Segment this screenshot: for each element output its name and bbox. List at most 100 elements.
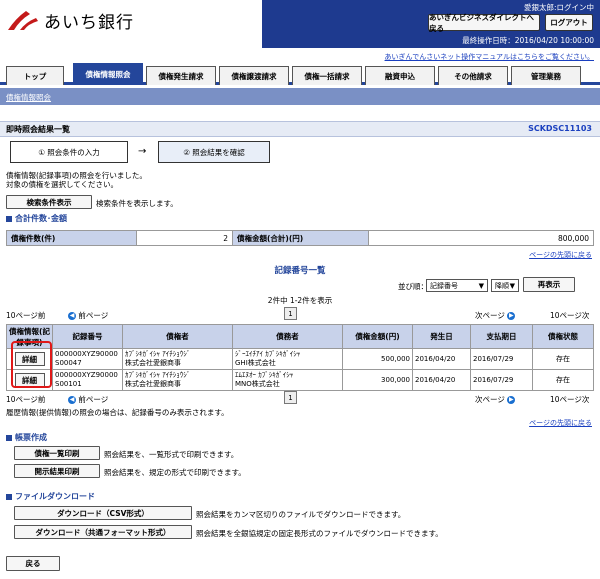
col-amount: 債権金額(円) (342, 324, 413, 349)
debtor-kana: ｴﾑｴﾇｵｰ ｶﾌﾞｼｷｶﾞｲｼｬ (235, 371, 294, 379)
tab-claim-inquiry[interactable]: 債権情報照会 (73, 63, 143, 85)
subnav-claim-inquiry-link[interactable]: 債権情報照会 (6, 92, 51, 103)
logout-button[interactable]: ログアウト (545, 14, 593, 31)
prev-page-link[interactable]: ◀ 前ページ (68, 310, 108, 321)
page-number-bottom[interactable]: 1 (284, 391, 297, 404)
due-date-cell: 2016/07/29 (470, 369, 533, 391)
col-due-date: 支払期日 (470, 324, 533, 349)
prev-10-pages-text-bottom: 10ページ前 (6, 395, 46, 404)
arrow-left-icon: ◀ (68, 312, 76, 320)
next-page-link-bottom[interactable]: 次ページ ▶ (475, 394, 516, 405)
col-status: 債権状態 (532, 324, 594, 349)
record-no-line2: S00047 (55, 359, 82, 367)
summary-table: 債権件数(件) 2 債権金額(合計)(円) 800,000 (6, 230, 594, 246)
debtor-kana: ｼﾞｰｴｲﾁｱｲ ｶﾌﾞｼｷｶﾞｲｼｬ (235, 350, 301, 358)
status-cell: 存在 (532, 369, 594, 391)
arrow-right-icon: ▶ (507, 312, 516, 320)
results-table: 債権情報(記録事項) 記録番号 債権者 債務者 債権金額(円) 発生日 支払期日… (6, 324, 594, 391)
step-input-conditions: ① 照会条件の入力 (10, 141, 128, 163)
tab-loan-application[interactable]: 融資申込 (365, 66, 435, 85)
bank-name: あいち銀行 (44, 13, 134, 33)
page-number[interactable]: 1 (284, 307, 297, 320)
status-cell: 存在 (532, 348, 594, 370)
show-search-conditions-button[interactable]: 検索条件表示 (6, 195, 92, 209)
screen-id: SCKDSC11103 (528, 124, 592, 133)
redisplay-button[interactable]: 再表示 (523, 277, 575, 292)
download-csv-text: 照会結果をカンマ区切りのファイルでダウンロードできます。 (196, 510, 406, 519)
page-top-link[interactable]: ページの先頭に戻る (529, 250, 592, 260)
arrow-right-icon: ▶ (507, 396, 516, 404)
search-conditions-text: 検索条件を表示します。 (96, 199, 178, 208)
sort-field-select[interactable]: 記録番号 ▼ (426, 279, 488, 292)
history-note: 履歴情報(提供情報)の照会の場合は、記録番号のみ表示されます。 (6, 408, 229, 417)
count-value: 2 (136, 230, 233, 246)
download-csv-button[interactable]: ダウンロード（CSV形式） (14, 506, 192, 520)
amount-cell: 300,000 (342, 369, 413, 391)
chevron-down-icon: ▼ (509, 281, 515, 290)
next-10-pages-text-bottom: 10ページ次 (550, 395, 590, 404)
prev-10-pages-text: 10ページ前 (6, 311, 46, 320)
download-common-format-button[interactable]: ダウンロード（共通フォーマット形式） (14, 525, 192, 539)
section-square-icon (6, 434, 12, 441)
issue-date-cell: 2016/04/20 (412, 369, 471, 391)
col-creditor: 債権者 (122, 324, 233, 349)
download-heading: ファイルダウンロード (6, 491, 95, 502)
count-label: 債権件数(件) (6, 230, 137, 246)
tab-admin[interactable]: 管理業務 (511, 66, 581, 85)
prev-page-link-bottom[interactable]: ◀ 前ページ (68, 394, 108, 405)
section-square-icon (6, 215, 12, 222)
page-top-link-bottom[interactable]: ページの先頭に戻る (529, 418, 592, 428)
creditor-name: 株式会社愛銀商事 (125, 359, 181, 367)
bank-logo-icon (8, 11, 38, 30)
title-bar (0, 121, 600, 137)
print-claim-list-button[interactable]: 債権一覧印刷 (14, 446, 100, 460)
record-no-line2: S00101 (55, 380, 82, 388)
creditor-kana: ｶﾌﾞｼｷｶﾞｲｼｬ ｱｲﾁｼｮｳｼﾞ (125, 350, 191, 358)
creditor-kana: ｶﾌﾞｼｷｶﾞｲｼｬ ｱｲﾁｼｮｳｼﾞ (125, 371, 191, 379)
back-button[interactable]: 戻る (6, 556, 60, 571)
tab-claim-bulk[interactable]: 債権一括請求 (292, 66, 362, 85)
step-arrow-icon: → (138, 146, 147, 157)
section-square-icon (6, 493, 12, 500)
chevron-down-icon: ▼ (478, 281, 484, 290)
debtor-name: MNO株式会社 (235, 380, 280, 388)
creditor-name: 株式会社愛銀商事 (125, 380, 181, 388)
table-row: 詳細 000000XYZ90000 S00047 ｶﾌﾞｼｷｶﾞｲｼｬ ｱｲﾁｼｮ… (6, 348, 594, 370)
page-title: 即時照会結果一覧 (6, 125, 70, 134)
detail-highlight-box (11, 341, 52, 388)
sort-order-select[interactable]: 降順 ▼ (491, 279, 519, 292)
col-debtor: 債務者 (232, 324, 343, 349)
reports-heading: 帳票作成 (6, 432, 47, 443)
step-confirm-results: ② 照会結果を確認 (158, 141, 270, 163)
download-common-format-text: 照会結果を全銀協規定の固定長形式のファイルでダウンロードできます。 (196, 529, 443, 538)
intro-line-2: 対象の債権を選択してください。 (6, 180, 119, 189)
amount-value: 800,000 (368, 230, 594, 246)
tab-claim-transfer[interactable]: 債権譲渡請求 (219, 66, 289, 85)
tab-claim-issue[interactable]: 債権発生請求 (146, 66, 216, 85)
record-no-line1: 000000XYZ90000 (55, 371, 118, 379)
tab-top[interactable]: トップ (6, 66, 64, 85)
manual-link[interactable]: あいぎんでんさいネット操作マニュアルはこちらをご覧ください。 (385, 52, 594, 62)
amount-cell: 500,000 (342, 348, 413, 370)
sub-navigation (0, 88, 600, 105)
print-disclosure-text: 照会結果を、規定の形式で印刷できます。 (104, 468, 246, 477)
col-issue-date: 発生日 (412, 324, 471, 349)
result-count: 2件中 1-2件を表示 (267, 296, 333, 305)
results-header-row: 債権情報(記録事項) 記録番号 債権者 債務者 債権金額(円) 発生日 支払期日… (6, 324, 594, 349)
next-10-pages-text: 10ページ次 (550, 311, 590, 320)
sort-label: 並び順： (398, 282, 428, 291)
arrow-left-icon: ◀ (68, 396, 76, 404)
print-claim-list-text: 照会結果を、一覧形式で印刷できます。 (104, 450, 239, 459)
back-to-business-direct-button[interactable]: あいぎんビジネスダイレクトへ戻る (428, 13, 540, 33)
record-list-title: 記録番号一覧 (274, 266, 326, 276)
last-operation-time: 最終操作日時：2016/04/20 10:00:00 (462, 36, 594, 45)
print-disclosure-button[interactable]: 開示結果印刷 (14, 464, 100, 478)
due-date-cell: 2016/07/29 (470, 348, 533, 370)
col-record-no: 記録番号 (52, 324, 123, 349)
tab-other-request[interactable]: その他請求 (438, 66, 508, 85)
next-page-link[interactable]: 次ページ ▶ (475, 310, 516, 321)
table-row: 詳細 000000XYZ90000 S00101 ｶﾌﾞｼｷｶﾞｲｼｬ ｱｲﾁｼｮ… (6, 369, 594, 391)
issue-date-cell: 2016/04/20 (412, 348, 471, 370)
amount-label: 債権金額(合計)(円) (232, 230, 369, 246)
record-no-line1: 000000XYZ90000 (55, 350, 118, 358)
